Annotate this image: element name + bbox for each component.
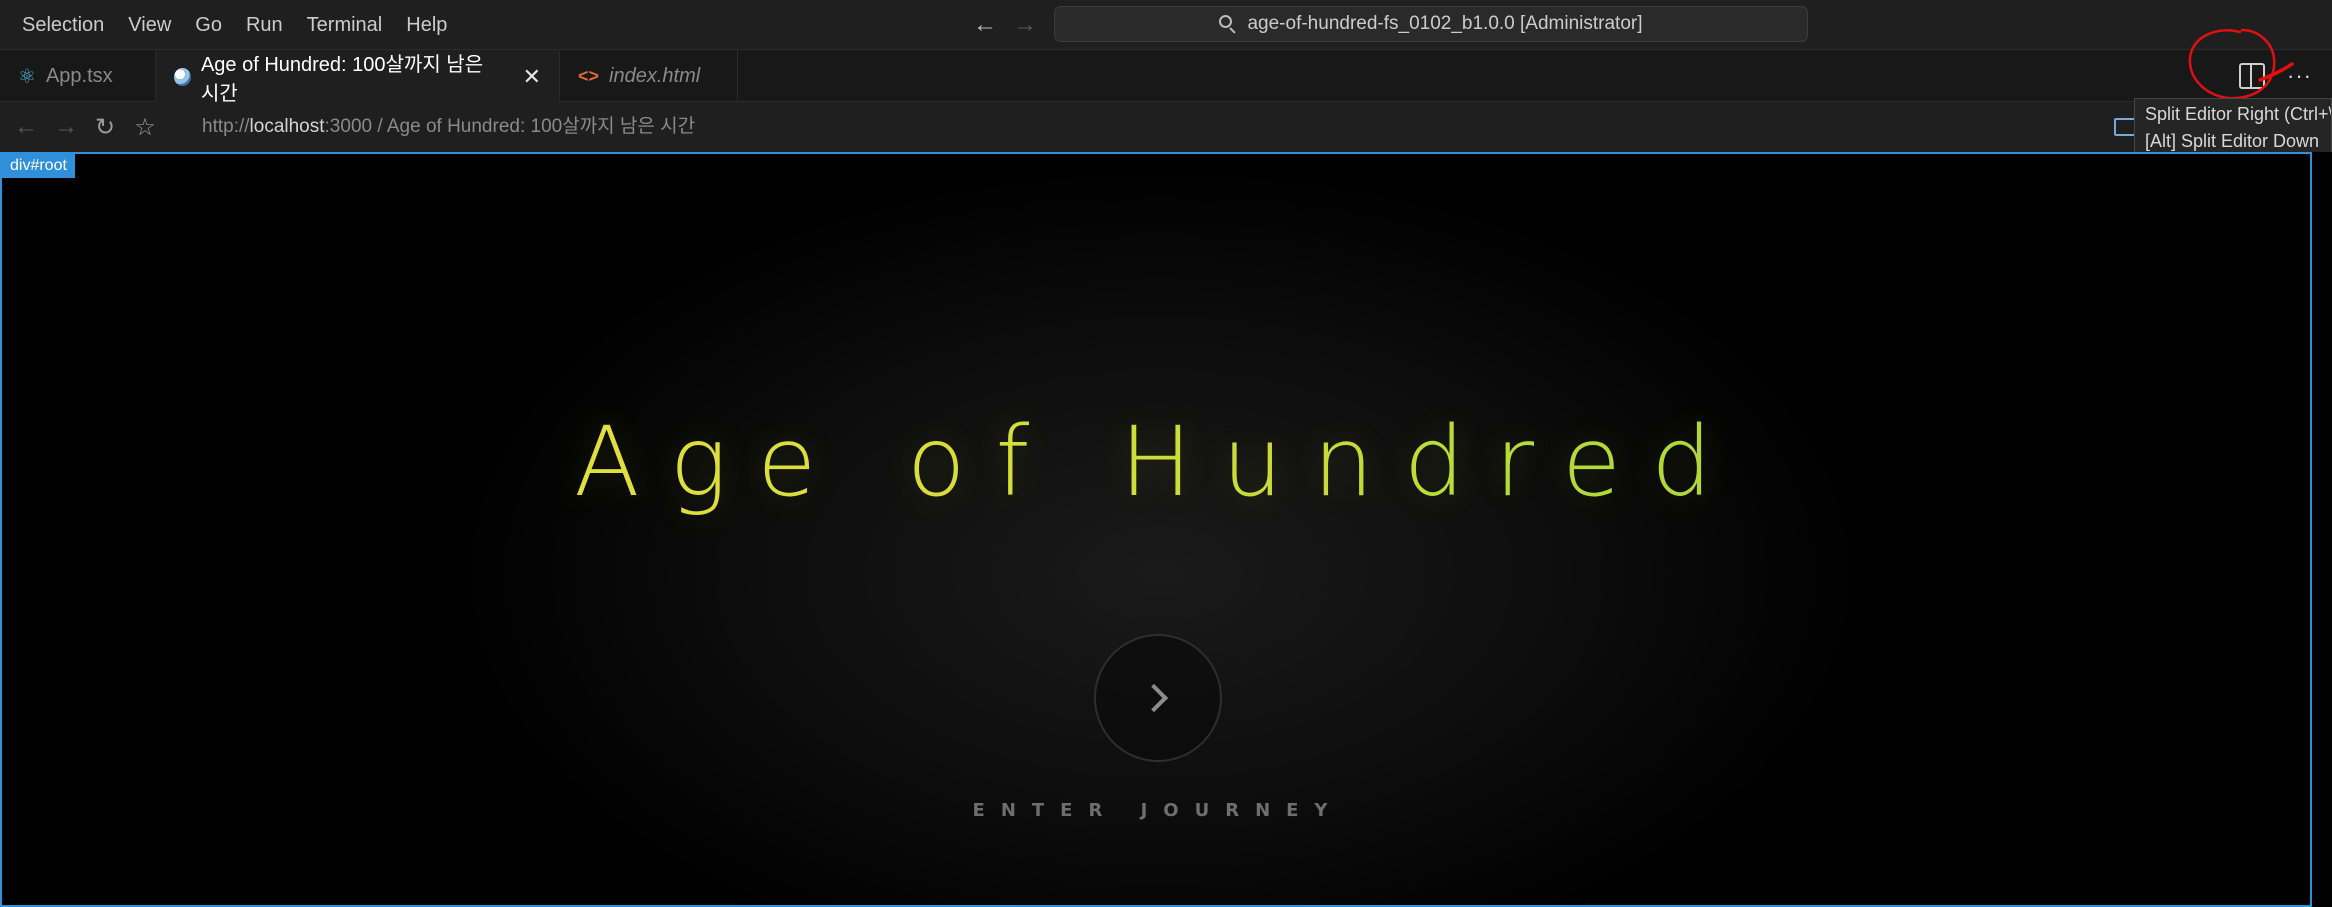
tab-label: Age of Hundred: 100살까지 남은 시간 bbox=[200, 53, 484, 105]
react-icon: ⚛ bbox=[18, 65, 36, 88]
close-icon[interactable]: ✕ bbox=[523, 64, 541, 90]
browser-forward-icon[interactable]: → bbox=[54, 113, 78, 141]
tab-index-html[interactable]: <> index.html bbox=[560, 50, 738, 102]
globe-icon bbox=[174, 67, 191, 86]
tab-label: index.html bbox=[609, 64, 701, 87]
menu-help[interactable]: Help bbox=[394, 0, 459, 50]
inspect-icon[interactable] bbox=[2114, 118, 2136, 136]
chevron-right-icon bbox=[1139, 683, 1169, 713]
url-host: localhost bbox=[249, 116, 325, 137]
split-editor-tooltip: Split Editor Right (Ctrl+\) [Alt] Split … bbox=[2134, 98, 2332, 156]
url-prefix: http:// bbox=[202, 116, 250, 137]
menu-bar: Selection View Go Run Terminal Help bbox=[10, 0, 459, 50]
menu-terminal[interactable]: Terminal bbox=[295, 0, 395, 50]
page-viewport: div#root Age of Hundred ENTER JOURNEY bbox=[0, 152, 2312, 907]
menu-go[interactable]: Go bbox=[183, 0, 234, 50]
go-forward-icon[interactable]: → bbox=[1012, 11, 1038, 39]
reload-icon[interactable]: ↻ bbox=[94, 113, 116, 142]
command-center[interactable]: age-of-hundred-fs_0102_b1.0.0 [Administr… bbox=[1054, 6, 1808, 42]
history-nav: ← → bbox=[972, 0, 1038, 50]
menu-run[interactable]: Run bbox=[234, 0, 295, 50]
browser-controls: ← → ↻ ☆ bbox=[14, 102, 156, 152]
menu-selection[interactable]: Selection bbox=[10, 0, 116, 50]
browser-address-bar: ← → ↻ ☆ http://localhost:3000 / Age of H… bbox=[0, 102, 2332, 152]
editor-tab-bar: ⚛ App.tsx Age of Hundred: 100살까지 남은 시간 ✕… bbox=[0, 50, 2332, 105]
tab-label: App.tsx bbox=[45, 64, 113, 87]
browser-back-icon[interactable]: ← bbox=[14, 113, 38, 141]
enter-journey-label: ENTER JOURNEY bbox=[972, 800, 1344, 821]
html-icon: <> bbox=[578, 65, 600, 86]
go-back-icon[interactable]: ← bbox=[972, 11, 998, 39]
url-rest: :3000 / Age of Hundred: 100살까지 남은 시간 bbox=[324, 116, 696, 137]
title-bar: Selection View Go Run Terminal Help ← → … bbox=[0, 0, 2332, 50]
tooltip-line-2: [Alt] Split Editor Down bbox=[2145, 131, 2320, 151]
bookmark-star-icon[interactable]: ☆ bbox=[134, 113, 156, 142]
element-inspector-badge: div#root bbox=[2, 154, 75, 178]
search-icon bbox=[1219, 15, 1237, 34]
tooltip-line-1: Split Editor Right (Ctrl+\) bbox=[2145, 104, 2332, 124]
menu-view[interactable]: View bbox=[116, 0, 183, 50]
enter-journey-button[interactable] bbox=[1094, 634, 1222, 762]
page-title: Age of Hundred bbox=[2, 406, 2314, 518]
tab-app-tsx[interactable]: ⚛ App.tsx bbox=[0, 50, 156, 102]
command-center-text: age-of-hundred-fs_0102_b1.0.0 [Administr… bbox=[1247, 13, 1643, 34]
tab-browser-preview[interactable]: Age of Hundred: 100살까지 남은 시간 ✕ bbox=[156, 50, 560, 105]
url-field[interactable]: http://localhost:3000 / Age of Hundred: … bbox=[202, 102, 695, 152]
scrollbar[interactable] bbox=[2312, 152, 2332, 907]
